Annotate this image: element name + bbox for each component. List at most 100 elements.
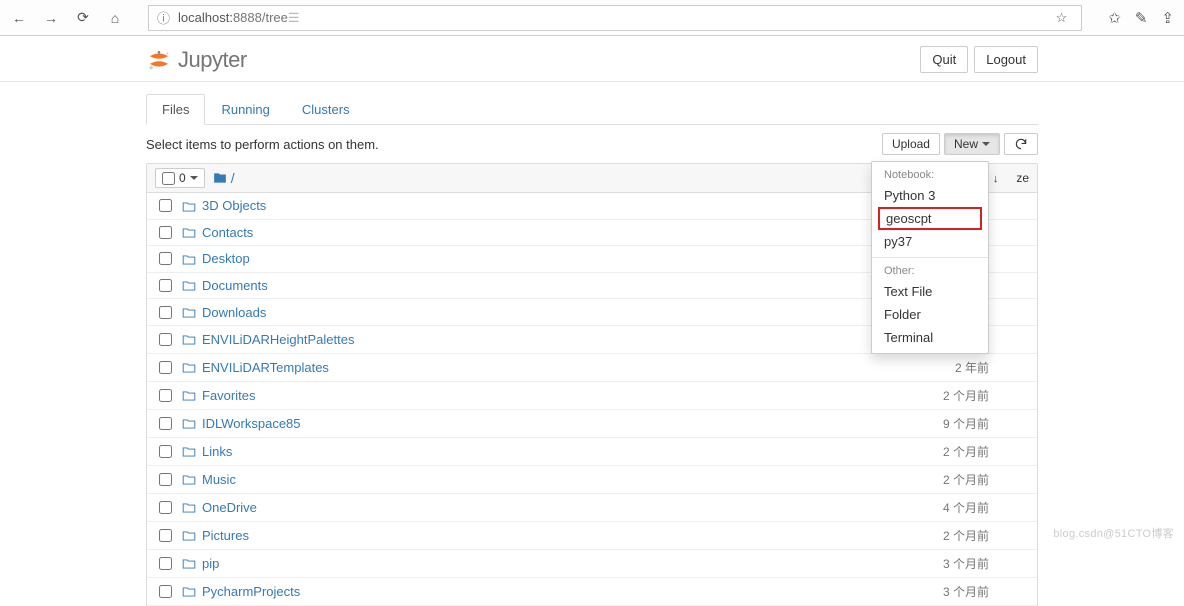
file-row: Pictures 2 个月前 — [147, 522, 1037, 550]
quit-button[interactable]: Quit — [920, 46, 968, 73]
edit-icon[interactable]: ✎ — [1135, 9, 1148, 27]
row-checkbox[interactable] — [159, 473, 172, 486]
file-link[interactable]: IDLWorkspace85 — [202, 416, 301, 431]
refresh-icon[interactable]: ⟳ — [74, 9, 92, 26]
reading-list-icon[interactable]: ☰ — [288, 10, 300, 26]
row-checkbox[interactable] — [159, 333, 172, 346]
file-modified: 2 个月前 — [943, 443, 1029, 460]
jupyter-logo[interactable]: Jupyter — [146, 47, 247, 73]
file-link[interactable]: PycharmProjects — [202, 584, 300, 599]
address-bar[interactable]: ⓘ localhost:8888/tree ☰ ☆ — [148, 5, 1082, 31]
file-link[interactable]: ENVILiDARHeightPalettes — [202, 332, 354, 347]
url-host: localhost: — [178, 10, 233, 25]
file-modified: 9 个月前 — [943, 415, 1029, 432]
file-link[interactable]: Downloads — [202, 305, 266, 320]
select-caret-icon — [190, 176, 198, 180]
file-row: IDLWorkspace85 9 个月前 — [147, 410, 1037, 438]
row-checkbox[interactable] — [159, 361, 172, 374]
dropdown-item[interactable]: Text File — [872, 280, 988, 303]
folder-icon — [182, 444, 196, 460]
file-modified: 2 个月前 — [943, 387, 1029, 404]
row-checkbox[interactable] — [159, 529, 172, 542]
file-link[interactable]: Music — [202, 472, 236, 487]
file-row: OneDrive 4 个月前 — [147, 494, 1037, 522]
file-link[interactable]: Contacts — [202, 225, 253, 240]
favorite-star-icon[interactable]: ☆ — [1056, 10, 1068, 26]
dropdown-item[interactable]: Folder — [872, 303, 988, 326]
file-modified: 2 个月前 — [943, 527, 1029, 544]
folder-icon — [182, 556, 196, 572]
folder-icon — [182, 584, 196, 600]
row-checkbox[interactable] — [159, 199, 172, 212]
favorites-icon[interactable]: ✩ — [1108, 9, 1121, 27]
breadcrumb[interactable]: / — [213, 170, 235, 186]
new-button[interactable]: New — [944, 133, 1000, 155]
refresh-list-button[interactable] — [1004, 133, 1038, 155]
url-path: 8888/tree — [233, 10, 288, 25]
dropdown-section-notebook: Notebook: — [872, 166, 988, 184]
column-size[interactable]: ze — [1016, 171, 1029, 185]
folder-icon — [182, 332, 196, 348]
jupyter-logo-icon — [146, 47, 172, 73]
info-icon[interactable]: ⓘ — [157, 8, 170, 27]
jupyter-logo-text: Jupyter — [178, 47, 247, 73]
dropdown-item[interactable]: Python 3 — [872, 184, 988, 207]
upload-button[interactable]: Upload — [882, 133, 940, 155]
tab-bar: Files Running Clusters — [146, 94, 1038, 125]
row-checkbox[interactable] — [159, 585, 172, 598]
folder-icon — [182, 225, 196, 241]
folder-icon — [182, 360, 196, 376]
browser-right-icons: ✩ ✎ ⇪ — [1108, 9, 1174, 27]
select-all-checkbox[interactable] — [162, 172, 175, 185]
dropdown-section-other: Other: — [872, 262, 988, 280]
dropdown-item[interactable]: py37 — [872, 230, 988, 253]
folder-icon — [182, 388, 196, 404]
folder-icon — [182, 278, 196, 294]
file-link[interactable]: OneDrive — [202, 500, 257, 515]
select-all-box[interactable]: 0 — [155, 168, 205, 188]
row-checkbox[interactable] — [159, 417, 172, 430]
folder-icon — [182, 416, 196, 432]
tab-clusters[interactable]: Clusters — [286, 94, 366, 125]
back-icon[interactable]: ← — [10, 10, 28, 26]
file-link[interactable]: pip — [202, 556, 219, 571]
folder-icon — [182, 198, 196, 214]
dropdown-item[interactable]: geoscpt — [878, 207, 982, 230]
file-row: PycharmProjects 3 个月前 — [147, 578, 1037, 606]
logout-button[interactable]: Logout — [974, 46, 1038, 73]
folder-icon — [182, 528, 196, 544]
row-checkbox[interactable] — [159, 279, 172, 292]
row-checkbox[interactable] — [159, 557, 172, 570]
file-modified: 3 个月前 — [943, 583, 1029, 600]
toolbar-row: Select items to perform actions on them.… — [146, 133, 1038, 155]
file-modified: 4 个月前 — [943, 499, 1029, 516]
row-checkbox[interactable] — [159, 306, 172, 319]
home-icon[interactable]: ⌂ — [106, 10, 124, 26]
row-checkbox[interactable] — [159, 226, 172, 239]
file-link[interactable]: Favorites — [202, 388, 255, 403]
list-header: 0 / Name ↓ ze Notebook: Python 3geoscptp… — [146, 163, 1038, 193]
refresh-icon — [1014, 137, 1028, 151]
dropdown-item[interactable]: Terminal — [872, 326, 988, 349]
tab-running[interactable]: Running — [205, 94, 285, 125]
row-checkbox[interactable] — [159, 389, 172, 402]
file-link[interactable]: Pictures — [202, 528, 249, 543]
forward-icon[interactable]: → — [42, 10, 60, 26]
file-link[interactable]: ENVILiDARTemplates — [202, 360, 329, 375]
sort-arrow-icon: ↓ — [993, 173, 999, 185]
caret-down-icon — [982, 142, 990, 146]
tab-files[interactable]: Files — [146, 94, 205, 125]
file-row: Favorites 2 个月前 — [147, 382, 1037, 410]
file-link[interactable]: Links — [202, 444, 232, 459]
file-modified: 2 个月前 — [943, 471, 1029, 488]
row-checkbox[interactable] — [159, 252, 172, 265]
file-link[interactable]: 3D Objects — [202, 198, 266, 213]
file-link[interactable]: Desktop — [202, 251, 250, 266]
watermark: blog.csdn@51CTO博客 — [1053, 525, 1174, 541]
row-checkbox[interactable] — [159, 501, 172, 514]
row-checkbox[interactable] — [159, 445, 172, 458]
file-link[interactable]: Documents — [202, 278, 268, 293]
folder-icon — [182, 251, 196, 267]
file-row: ENVILiDARTemplates2 年前 — [147, 354, 1037, 382]
share-icon[interactable]: ⇪ — [1161, 9, 1174, 27]
